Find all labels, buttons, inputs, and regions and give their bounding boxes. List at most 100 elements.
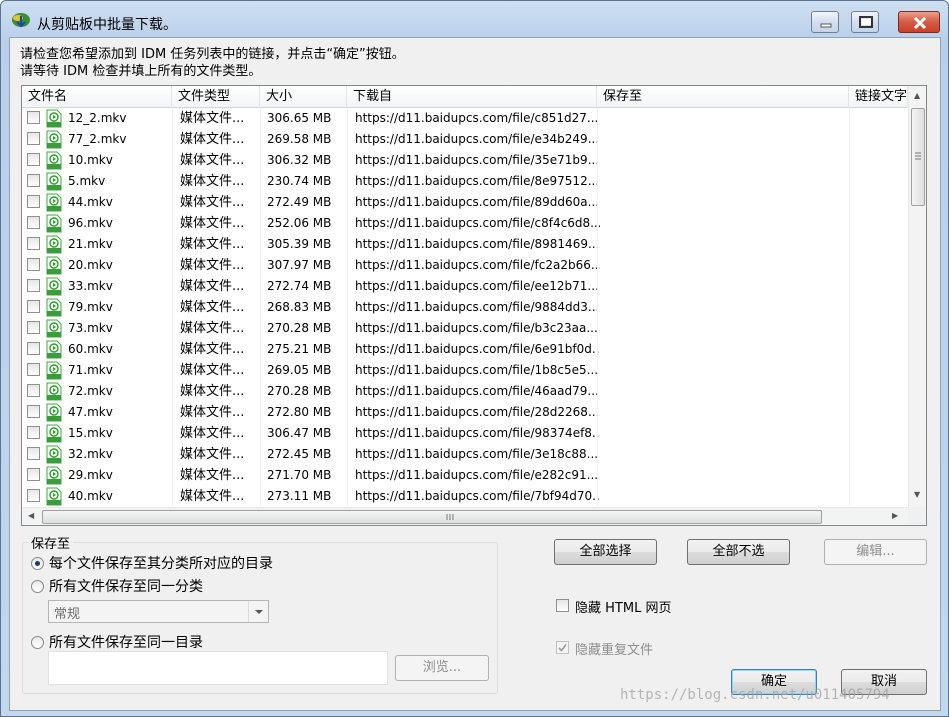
row-checkbox[interactable] xyxy=(27,384,40,397)
row-checkbox[interactable] xyxy=(27,447,40,460)
row-checkbox[interactable] xyxy=(27,279,40,292)
column-header-size[interactable]: 大小 xyxy=(260,86,347,108)
cell-size: 305.39 MB xyxy=(267,237,332,251)
radio-same-dir[interactable] xyxy=(31,636,44,649)
deselect-all-button[interactable]: 全部不选 xyxy=(687,539,790,565)
cell-filetype: 媒体文件... xyxy=(180,426,245,441)
table-row[interactable]: 96.mkv 媒体文件... 252.06 MB https://d11.baidup… xyxy=(22,213,908,234)
mkv-file-icon xyxy=(46,487,62,506)
cell-filename: 5.mkv xyxy=(68,174,106,188)
table-row[interactable]: 77_2.mkv 媒体文件... 269.58 MB https://d11.baid… xyxy=(22,129,908,150)
cell-filename: 60.mkv xyxy=(68,342,113,356)
hide-duplicates-label[interactable]: 隐藏重复文件 xyxy=(575,639,653,658)
row-checkbox[interactable] xyxy=(27,216,40,229)
cell-separator xyxy=(347,465,348,486)
cell-separator xyxy=(260,129,261,150)
table-row[interactable]: 79.mkv 媒体文件... 268.83 MB https://d11.baidup… xyxy=(22,297,908,318)
maximize-button[interactable] xyxy=(851,11,879,33)
vertical-scrollbar[interactable]: ▲ ▼ xyxy=(908,86,926,507)
column-header-filename[interactable]: 文件名 xyxy=(22,86,172,108)
scroll-up-arrow-icon[interactable]: ▲ xyxy=(914,91,920,100)
cell-separator xyxy=(172,171,173,192)
cell-separator xyxy=(172,465,173,486)
scroll-left-arrow-icon[interactable]: ◀ xyxy=(28,511,34,520)
table-row[interactable]: 73.mkv 媒体文件... 270.28 MB https://d11.baidup… xyxy=(22,318,908,339)
row-checkbox[interactable] xyxy=(27,300,40,313)
horizontal-scrollbar[interactable]: ◀ ▶ xyxy=(22,507,908,525)
table-row[interactable]: 10.mkv 媒体文件... 306.32 MB https://d11.baidup… xyxy=(22,150,908,171)
vertical-scroll-thumb[interactable] xyxy=(911,108,925,206)
scroll-right-arrow-icon[interactable]: ▶ xyxy=(892,511,898,520)
table-row[interactable]: 44.mkv 媒体文件... 272.49 MB https://d11.baidup… xyxy=(22,192,908,213)
table-row[interactable]: 12_2.mkv 媒体文件... 306.65 MB https://d11.baid… xyxy=(22,108,908,129)
cell-separator xyxy=(597,318,598,339)
category-dropdown-button[interactable] xyxy=(248,601,268,622)
table-row[interactable]: 71.mkv 媒体文件... 269.05 MB https://d11.baidup… xyxy=(22,360,908,381)
cell-url: https://d11.baidupcs.com/file/89dd60a... xyxy=(355,195,600,209)
row-checkbox[interactable] xyxy=(27,237,40,250)
hide-duplicates-checkbox[interactable] xyxy=(556,641,569,654)
table-row[interactable]: 47.mkv 媒体文件... 272.80 MB https://d11.baidup… xyxy=(22,402,908,423)
directory-path-input[interactable] xyxy=(48,651,388,685)
table-row[interactable]: 20.mkv 媒体文件... 307.97 MB https://d11.baidup… xyxy=(22,255,908,276)
table-row[interactable]: 15.mkv 媒体文件... 306.47 MB https://d11.baidup… xyxy=(22,423,908,444)
table-row[interactable]: 29.mkv 媒体文件... 271.70 MB https://d11.baidup… xyxy=(22,465,908,486)
radio-same-category-label[interactable]: 所有文件保存至同一分类 xyxy=(49,576,203,596)
cell-separator xyxy=(597,150,598,171)
row-checkbox[interactable] xyxy=(27,426,40,439)
cell-filename: 71.mkv xyxy=(68,363,113,377)
cell-separator xyxy=(260,318,261,339)
row-checkbox[interactable] xyxy=(27,153,40,166)
radio-category-dir-label[interactable]: 每个文件保存至其分类所对应的目录 xyxy=(49,553,273,573)
column-header-linktext[interactable]: 链接文字 xyxy=(849,86,908,108)
table-row[interactable]: 40.mkv 媒体文件... 273.11 MB https://d11.baidup… xyxy=(22,486,908,506)
table-row[interactable]: 33.mkv 媒体文件... 272.74 MB https://d11.baidup… xyxy=(22,276,908,297)
edit-button[interactable]: 编辑... xyxy=(824,539,927,565)
cell-url: https://d11.baidupcs.com/file/e282c91... xyxy=(355,468,599,482)
row-checkbox[interactable] xyxy=(27,489,40,502)
cell-separator xyxy=(172,381,173,402)
column-header-saveto[interactable]: 保存至 xyxy=(597,86,849,108)
select-all-button[interactable]: 全部选择 xyxy=(554,539,657,565)
radio-same-category[interactable] xyxy=(31,580,44,593)
row-checkbox[interactable] xyxy=(27,258,40,271)
mkv-file-icon xyxy=(46,445,62,464)
category-select[interactable]: 常规 xyxy=(48,600,269,623)
cell-separator xyxy=(597,108,598,129)
table-row[interactable]: 32.mkv 媒体文件... 272.45 MB https://d11.baidup… xyxy=(22,444,908,465)
row-checkbox[interactable] xyxy=(27,195,40,208)
row-checkbox[interactable] xyxy=(27,468,40,481)
cell-size: 272.45 MB xyxy=(267,447,332,461)
column-header-url[interactable]: 下载自 xyxy=(347,86,597,108)
cell-filetype: 媒体文件... xyxy=(180,321,245,336)
minimize-button[interactable] xyxy=(811,11,839,33)
row-checkbox[interactable] xyxy=(27,342,40,355)
cell-filetype: 媒体文件... xyxy=(180,489,245,504)
table-row[interactable]: 60.mkv 媒体文件... 275.21 MB https://d11.baidup… xyxy=(22,339,908,360)
browse-button[interactable]: 浏览... xyxy=(395,655,489,681)
cell-separator xyxy=(172,297,173,318)
close-button[interactable] xyxy=(898,11,940,33)
radio-same-dir-label[interactable]: 所有文件保存至同一目录 xyxy=(49,632,203,652)
hide-html-label[interactable]: 隐藏 HTML 网页 xyxy=(575,597,671,616)
column-header-filetype[interactable]: 文件类型 xyxy=(172,86,260,108)
row-checkbox[interactable] xyxy=(27,174,40,187)
cell-url: https://d11.baidupcs.com/file/7bf94d70..… xyxy=(355,489,600,503)
table-row[interactable]: 21.mkv 媒体文件... 305.39 MB https://d11.baidup… xyxy=(22,234,908,255)
hide-html-checkbox[interactable] xyxy=(556,599,569,612)
cell-separator xyxy=(849,444,850,465)
row-checkbox[interactable] xyxy=(27,363,40,376)
table-row[interactable]: 5.mkv 媒体文件... 230.74 MB https://d11.baidupc… xyxy=(22,171,908,192)
row-checkbox[interactable] xyxy=(27,132,40,145)
file-list[interactable]: 文件名 文件类型 大小 下载自 保存至 链接文字 12_2.mkv 媒体文件...… xyxy=(21,85,927,526)
cell-separator xyxy=(172,150,173,171)
horizontal-scroll-thumb[interactable] xyxy=(42,510,822,524)
mkv-file-icon xyxy=(46,235,62,254)
scroll-down-arrow-icon[interactable]: ▼ xyxy=(914,490,920,499)
row-checkbox[interactable] xyxy=(27,405,40,418)
title-bar[interactable]: 从剪贴板中批量下载。 xyxy=(1,1,948,37)
radio-category-dir[interactable] xyxy=(31,557,44,570)
row-checkbox[interactable] xyxy=(27,321,40,334)
row-checkbox[interactable] xyxy=(27,111,40,124)
table-row[interactable]: 72.mkv 媒体文件... 270.28 MB https://d11.baidup… xyxy=(22,381,908,402)
